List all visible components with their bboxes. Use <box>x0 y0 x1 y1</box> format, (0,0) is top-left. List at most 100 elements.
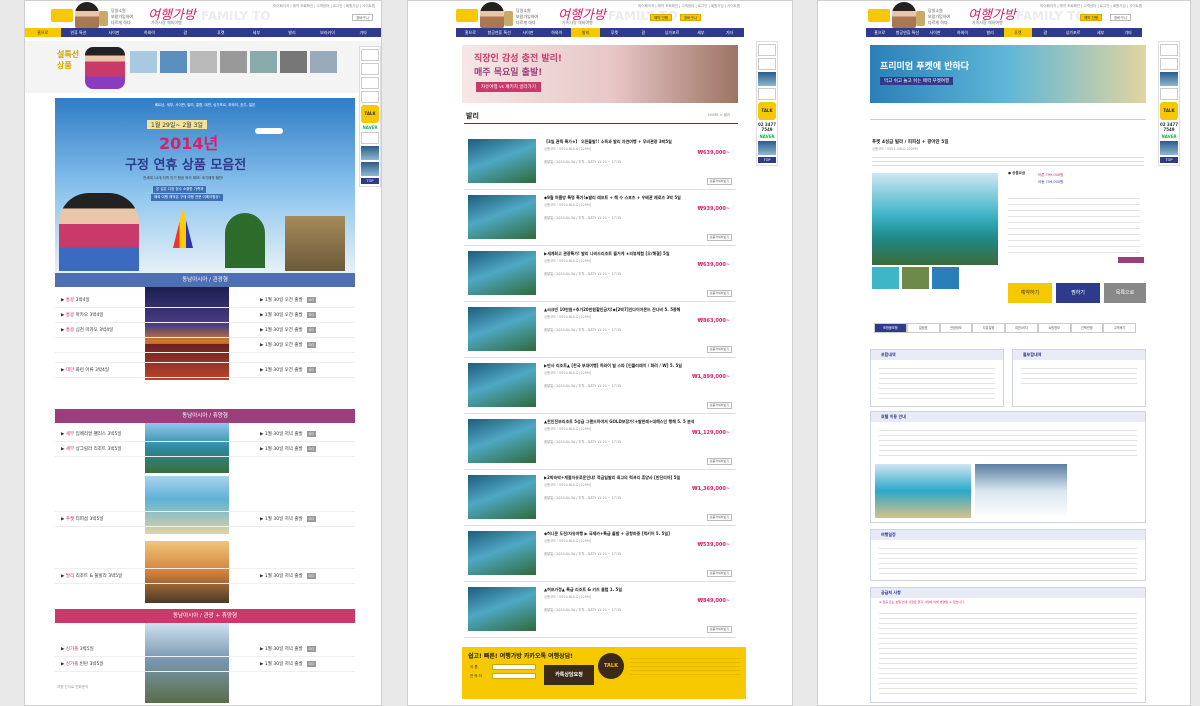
list-item[interactable]: ▶ 대만 화련 아류 3박4일 ▶ 1월 30일 오전 출발 GO <box>55 363 355 378</box>
thumb-photo[interactable] <box>902 267 929 289</box>
go-button[interactable]: GO <box>306 327 317 333</box>
product-title[interactable]: ▲허프가정▲ 특급 리조트 & 키즈 클럽 1. 5일 <box>544 587 734 593</box>
breadcrumb[interactable]: HOME > 발리 <box>708 113 730 118</box>
nav-item[interactable]: 연휴 특선 <box>61 28 97 37</box>
main-photo[interactable] <box>872 173 998 265</box>
quick-link[interactable] <box>1160 88 1178 100</box>
go-button[interactable]: GO <box>306 573 317 579</box>
product-card[interactable]: ▲씨크빈 10만원+추가20만원할인금지!◆[2박7]인다이아몬드 잔나비 5.… <box>464 303 736 358</box>
reservation-button[interactable]: 예약 진행 <box>650 14 672 21</box>
list-item[interactable]: ▶ 세부 임페리얼 팰리스 3박5일 ▶ 1월 30일 저녁 출발 GO <box>55 427 355 442</box>
detail-button[interactable]: 상품자세히보기 <box>706 178 732 185</box>
nav-item[interactable]: 사이판 <box>921 28 949 37</box>
nav-item[interactable]: 보라카이 <box>310 28 346 37</box>
product-title[interactable]: ◆9월 여름방 특명 특가!◆발리 레프트 + 해 수 스포츠 + 우베관 제로… <box>544 195 734 201</box>
recent-product-thumb[interactable] <box>1160 72 1178 86</box>
list-item[interactable]: ▶ 홍콩 마카오 3박4일 ▶ 1월 30일 오전 출발 GO <box>55 308 355 323</box>
quick-link[interactable] <box>361 77 379 89</box>
section-header[interactable]: 동남아시아 / 관광형 <box>55 273 355 287</box>
scroll-top-button[interactable]: TOP <box>1160 157 1178 163</box>
nav-item[interactable]: 세부 <box>1087 28 1115 37</box>
top-links[interactable]: 마이페이지 | 예약 조회확인 | 고객센터 | 로그인 | 회원가입 | 사이… <box>273 4 375 9</box>
tab-item[interactable]: 관광정보 <box>939 323 973 333</box>
product-image[interactable] <box>468 139 536 183</box>
quick-link[interactable] <box>758 88 776 100</box>
bali-banner[interactable]: 직장인 감성 충전 발리! 매주 목요일 출발! 자유여행 vs 패키지 골라가… <box>462 45 738 103</box>
detail-button[interactable]: 상품자세히보기 <box>706 458 732 465</box>
recent-product-thumb[interactable] <box>758 72 776 86</box>
nav-item[interactable]: 괌 <box>1032 28 1060 37</box>
list-item[interactable]: ▶ 1월 30일 오전 출발 GO <box>55 338 355 353</box>
nav-item[interactable]: 발리 <box>571 28 600 37</box>
mini-thumb[interactable] <box>130 51 157 73</box>
quick-link[interactable] <box>361 91 379 103</box>
banner-choose-button[interactable]: 자유여행 vs 패키지 골라가기 <box>476 82 541 92</box>
mini-thumb[interactable] <box>310 51 337 73</box>
kakao-request-button[interactable]: 카톡상담요청 <box>544 665 594 685</box>
nav-item[interactable]: 하와이 <box>542 28 571 37</box>
top-links[interactable]: 마이페이지 | 예약 조회확인 | 고객센터 | 로그인 | 회원가입 | 사이… <box>638 4 740 9</box>
kakao-phone-input[interactable] <box>492 673 536 679</box>
logo-badge[interactable] <box>51 9 73 22</box>
tab-item[interactable]: 여권/비자 <box>1005 323 1038 333</box>
detail-button[interactable]: 상품자세히보기 <box>706 346 732 353</box>
product-title[interactable]: ▲씨크빈 10만원+추가20만원할인금지!◆[2박7]인다이아몬드 잔나비 5.… <box>544 307 734 313</box>
nav-item[interactable]: 사이판 <box>514 28 543 37</box>
recent-product-thumb[interactable] <box>1160 141 1178 155</box>
product-card[interactable]: ▲허프가정▲ 특급 리조트 & 키즈 클럽 1. 5일 상품코드 : BP10-B… <box>464 583 736 638</box>
kakao-talk-icon[interactable]: TALK <box>758 102 776 120</box>
product-image[interactable] <box>468 363 536 407</box>
logo-badge[interactable] <box>456 9 478 22</box>
go-button[interactable]: GO <box>306 516 317 522</box>
kakao-name-input[interactable] <box>492 664 536 670</box>
product-title[interactable]: ▶2박숙박+계절자유로운안내! 적금일발리 최고의 럭셔리 휴양사 [반딘리아]… <box>544 475 734 481</box>
product-card[interactable]: 【3일 관찍 특가★】 오픈출발!! 소득과 발리 자연여행 + 무비관광 3박… <box>464 135 736 190</box>
product-card[interactable]: ◆허니문 도전/자유여행 ▶ 국제카+특급 출발 + 공항마중 [럭키어 5. … <box>464 527 736 582</box>
detail-button[interactable]: 상품자세히보기 <box>706 626 732 633</box>
mini-thumb[interactable] <box>190 51 217 73</box>
quick-link[interactable] <box>758 44 776 56</box>
nav-item[interactable]: 기타 <box>715 28 744 37</box>
product-title[interactable]: ◆허니문 도전/자유여행 ▶ 국제카+특급 출발 + 공항마중 [럭키어 5. … <box>544 531 734 537</box>
product-image[interactable] <box>468 587 536 631</box>
list-item[interactable]: ▶ 싱가폴 3박5일 ▶ 1월 30일 저녁 출발 GO <box>55 642 355 657</box>
quick-link[interactable] <box>361 49 379 61</box>
go-button[interactable]: GO <box>306 446 317 452</box>
mini-thumb[interactable] <box>160 51 187 73</box>
quick-link[interactable] <box>361 132 379 144</box>
product-image[interactable] <box>468 531 536 575</box>
nav-item[interactable]: 기타 <box>1114 28 1142 37</box>
go-button[interactable]: GO <box>306 431 317 437</box>
product-title[interactable]: ▶반사 리조트▲ [한국 부대여행] 하와이 빌 스파 [인플러레이 / 화려 … <box>544 363 734 369</box>
product-title[interactable]: ▶세계최고 관광특가! 발리 나비드리조트 즐거게 ★리뷰체험 [오/해결] 5… <box>544 251 734 257</box>
mini-thumb[interactable] <box>280 51 307 73</box>
go-button[interactable]: GO <box>306 297 317 303</box>
product-image[interactable] <box>468 251 536 295</box>
product-card[interactable]: ▶2박숙박+계절자유로운안내! 적금일발리 최고의 럭셔리 휴양사 [반딘리아]… <box>464 471 736 526</box>
nav-item[interactable]: 싱가포르 <box>658 28 687 37</box>
nav-item[interactable]: 괌 <box>167 28 203 37</box>
go-button[interactable]: GO <box>306 312 317 318</box>
section-header[interactable]: 동남아시아 / 휴양형 <box>55 409 355 423</box>
list-item[interactable]: ▶ 싱가폴 빈탄 3박5일 ▶ 1월 30일 저녁 출발 GO <box>55 657 355 672</box>
logo-badge[interactable] <box>868 9 890 22</box>
tab-item[interactable]: 자유일정 <box>972 323 1005 333</box>
list-item[interactable]: ▶ 발리 리조트 & 풀빌라 3박5일 ▶ 1월 30일 저녁 출발 GO <box>55 569 355 584</box>
go-button[interactable]: GO <box>306 646 317 652</box>
go-button[interactable]: GO <box>306 367 317 373</box>
naver-icon[interactable]: NAVER <box>757 134 777 139</box>
quick-link[interactable] <box>1160 44 1178 56</box>
product-image[interactable] <box>468 419 536 463</box>
quick-link[interactable] <box>361 63 379 75</box>
recent-product-thumb[interactable] <box>361 162 379 176</box>
list-item[interactable]: ▶ 세부 샹그릴라 리조트 3박5일 ▶ 1월 30일 저녁 출발 GO <box>55 442 355 457</box>
product-image[interactable] <box>468 475 536 519</box>
list-item[interactable]: ▶ 홍콩 심천 마카오 3박4일 ▶ 1월 30일 오전 출발 GO <box>55 323 355 338</box>
tab-item[interactable]: 일정표 <box>906 323 940 333</box>
detail-button[interactable]: 상품자세히보기 <box>706 570 732 577</box>
nav-item[interactable]: 싱가포르 <box>1059 28 1087 37</box>
nav-item[interactable]: 하와이 <box>132 28 168 37</box>
naver-icon[interactable]: NAVER <box>360 125 380 130</box>
recent-product-thumb[interactable] <box>758 141 776 155</box>
tab-item[interactable]: 쇼핑정보 <box>1037 323 1071 333</box>
